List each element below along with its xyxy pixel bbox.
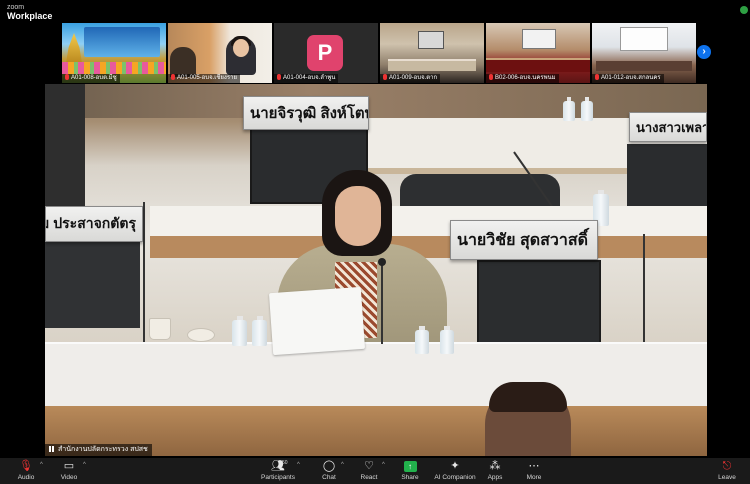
microphone: [643, 234, 645, 344]
audio-label: Audio: [17, 474, 35, 481]
nameplate: ม ประสาจกตัตรุ: [45, 206, 143, 242]
tile-banner: [84, 27, 160, 57]
video-tile[interactable]: A01-005-อบจ.เชียงราย: [168, 23, 272, 83]
tile-label: A01-012-อบจ.สกลนคร: [592, 74, 664, 83]
paper-document: [268, 286, 366, 356]
avatar: P: [307, 35, 343, 71]
mic-muted-icon: [277, 74, 281, 80]
mic-muted-icon: [65, 74, 69, 80]
microphone: [381, 262, 383, 344]
apps-icon: ⁂: [489, 460, 501, 472]
heart-icon: ♡: [364, 460, 374, 472]
tile-flowers: [62, 62, 166, 74]
mic-muted-icon: [171, 74, 175, 80]
nameplate: นางสาวเพลาะ: [629, 112, 707, 142]
water-bottle: [252, 316, 267, 346]
brand-small: zoom: [7, 4, 25, 11]
tile-label-text: A01-009-อบจ.ตาก: [389, 75, 438, 81]
active-speaker-video: นายจิรวุฒิ สิงห์โตทอง นางสาวเพลาะ ม ประส…: [45, 84, 707, 456]
water-bottle: [440, 326, 454, 354]
microphone: [143, 202, 145, 342]
chevron-up-icon[interactable]: ^: [83, 462, 86, 468]
video-camera-icon: ▭: [63, 460, 75, 472]
scene-chair: [45, 84, 85, 209]
leave-button[interactable]: ⎋ Leave: [700, 460, 750, 481]
brand-large: Workplace: [7, 11, 53, 21]
more-icon: ⋯: [528, 460, 540, 472]
zoom-brand: zoom Workplace: [7, 4, 52, 21]
participants-icon: 👥︎ 50: [271, 460, 288, 473]
chevron-up-icon[interactable]: ^: [297, 462, 300, 468]
water-bottle: [415, 326, 429, 354]
chat-label: Chat: [322, 474, 336, 481]
tile-label: A01-009-อบจ.ตาก: [380, 74, 441, 83]
participants-label: Participants: [261, 474, 295, 481]
video-tile[interactable]: B02-006-อบจ.นครพนม: [486, 23, 590, 83]
tile-label: A01-005-อบจ.เชียงราย: [168, 74, 240, 83]
video-button[interactable]: ▭ Video: [42, 460, 96, 481]
share-label: Share: [401, 474, 419, 481]
tile-desk: [486, 58, 590, 72]
tile-label-text: A01-008-อบต.มีซู: [71, 75, 117, 81]
cup: [149, 318, 171, 340]
chevron-right-icon[interactable]: ›: [697, 45, 711, 59]
tile-label: A01-004-อบจ.ลำพูน: [274, 74, 339, 83]
nameplate: นายวิชัย สุดสวาสดิ์: [450, 220, 598, 260]
participant-count: 50: [282, 460, 288, 466]
more-button[interactable]: ⋯ More: [507, 460, 561, 481]
nameplate: นายจิรวุฒิ สิงห์โตทอง: [243, 96, 369, 130]
tile-screen: [522, 29, 556, 49]
scene-monitor: [45, 232, 140, 328]
tile-person-face: [233, 39, 249, 57]
video-tile[interactable]: A01-012-อบจ.สกลนคร: [592, 23, 696, 83]
more-label: More: [526, 474, 542, 481]
mic-muted-icon: 🎙︎: [19, 460, 33, 472]
tile-label: B02-006-อบจ.นครพนม: [486, 74, 559, 83]
gallery-strip: A01-008-อบต.มีซู A01-005-อบจ.เชียงราย P …: [62, 23, 696, 83]
chat-icon: ◯: [322, 460, 336, 472]
water-bottle: [232, 316, 247, 346]
tile-label: A01-008-อบต.มีซู: [62, 74, 120, 83]
speaker-name-text: สำนักงานปลัดกระทรวง สปสช: [58, 446, 148, 453]
meeting-toolbar: 🎙︎ Audio ^ ▭ Video ^ 👥︎ 50 Participants ^…: [0, 458, 750, 484]
water-bottle: [581, 97, 593, 121]
tile-person: [170, 47, 196, 77]
tile-label-text: A01-005-อบจ.เชียงราย: [177, 75, 237, 81]
speaker-name-label: สำนักงานปลัดกระทรวง สปสช: [45, 444, 152, 456]
sparkle-icon: ✦: [450, 460, 460, 472]
leave-label: Leave: [718, 474, 736, 481]
leave-icon: ⎋: [722, 460, 732, 472]
water-bottle: [563, 97, 575, 121]
microphone-head: [378, 258, 386, 266]
react-label: React: [360, 474, 378, 481]
speaker-face: [335, 186, 381, 246]
apps-label: Apps: [487, 474, 503, 481]
video-tile[interactable]: A01-008-อบต.มีซู: [62, 23, 166, 83]
scene-mid-desk: [150, 206, 707, 258]
video-tile[interactable]: P A01-004-อบจ.ลำพูน: [274, 23, 378, 83]
scene-wall: [45, 84, 707, 118]
tile-desk: [596, 61, 692, 71]
mic-muted-icon: [489, 74, 493, 80]
tile-label-text: B02-006-อบจ.นครพนม: [495, 75, 556, 81]
mic-muted-icon: [383, 74, 387, 80]
tile-screen: [620, 27, 668, 51]
tile-table: [388, 59, 476, 71]
tile-screen: [418, 31, 444, 49]
cup: [187, 328, 215, 342]
mic-muted-icon: [595, 74, 599, 80]
tile-label-text: A01-004-อบจ.ลำพูน: [283, 75, 336, 81]
share-screen-icon: ↑: [403, 460, 417, 473]
video-tile[interactable]: A01-009-อบจ.ตาก: [380, 23, 484, 83]
connection-status-icon: [740, 6, 748, 14]
tile-label-text: A01-012-อบจ.สกลนคร: [601, 75, 661, 81]
foreground-person-hair: [489, 382, 567, 412]
audio-level-icon: [49, 446, 55, 452]
video-label: Video: [60, 474, 78, 481]
